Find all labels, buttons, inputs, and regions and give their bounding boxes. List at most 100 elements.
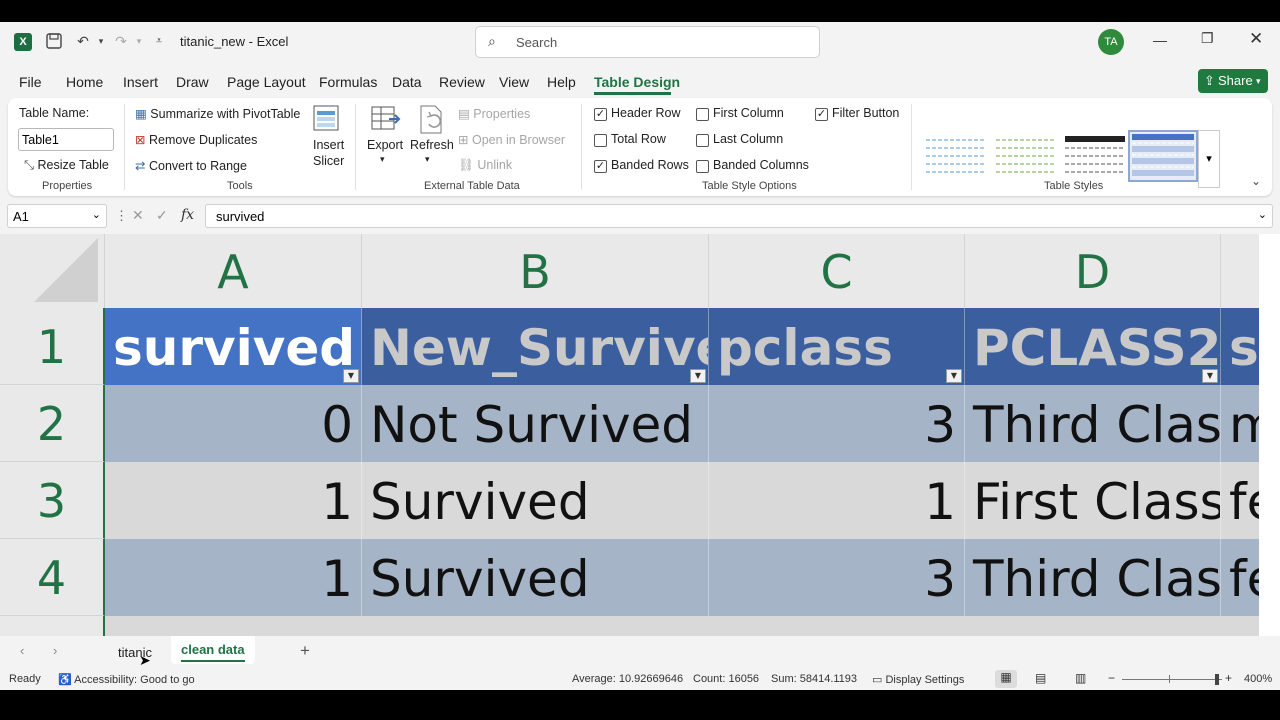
export-dropdown-icon[interactable]: ▾: [380, 154, 385, 165]
header-row-checkbox[interactable]: ✓: [594, 108, 607, 121]
cell-a2[interactable]: 0: [105, 385, 362, 462]
cell-c2[interactable]: 3: [709, 385, 965, 462]
vertical-scrollbar[interactable]: [1259, 234, 1280, 636]
row-header-1[interactable]: 1: [0, 308, 105, 385]
more-options-icon[interactable]: ⋮: [115, 208, 128, 224]
export-icon[interactable]: [369, 103, 401, 135]
cell-e2[interactable]: male: [1221, 385, 1259, 462]
cell-a3[interactable]: 1: [105, 462, 362, 539]
cell-e3[interactable]: female: [1221, 462, 1259, 539]
tab-insert[interactable]: Insert: [123, 74, 158, 90]
sheet-tab-clean-data[interactable]: clean data: [171, 636, 255, 664]
share-button[interactable]: ⇪ Share ▾: [1198, 69, 1268, 93]
resize-table-button[interactable]: ⤡ Resize Table: [24, 158, 109, 173]
cell-d4[interactable]: Third Class: [965, 539, 1221, 616]
redo-dropdown-icon[interactable]: ▾: [130, 32, 148, 50]
row-header-2[interactable]: 2: [0, 385, 105, 462]
enter-icon[interactable]: ✓: [156, 207, 168, 224]
normal-view-icon[interactable]: ▦: [995, 670, 1017, 688]
autosave-icon[interactable]: [45, 32, 63, 50]
cell-b4[interactable]: Survived: [362, 539, 709, 616]
column-header-a[interactable]: A: [105, 234, 362, 308]
refresh-button[interactable]: Refresh: [410, 138, 454, 152]
minimize-icon[interactable]: —: [1153, 32, 1167, 48]
tab-view[interactable]: View: [499, 74, 529, 90]
formula-input[interactable]: survived ⌄: [205, 204, 1273, 228]
remove-duplicates-button[interactable]: ⊠ Remove Duplicates: [135, 132, 257, 147]
search-box[interactable]: ⌕ Search: [475, 26, 820, 58]
export-button[interactable]: Export: [367, 138, 403, 152]
cell-a1[interactable]: survived ▼: [105, 308, 362, 385]
filter-dropdown-icon[interactable]: ▼: [946, 369, 962, 383]
select-all-corner[interactable]: [0, 234, 105, 308]
first-column-checkbox[interactable]: [696, 108, 709, 121]
table-name-input[interactable]: Table1: [18, 128, 114, 151]
filter-button-checkbox[interactable]: ✓: [815, 108, 828, 121]
insert-slicer-label-2[interactable]: Slicer: [313, 154, 344, 168]
banded-columns-checkbox[interactable]: [696, 160, 709, 173]
undo-dropdown-icon[interactable]: ▾: [92, 32, 110, 50]
cell-d1[interactable]: PCLASS2 ▼: [965, 308, 1221, 385]
tab-file[interactable]: File: [19, 74, 42, 90]
convert-to-range-button[interactable]: ⇄ Convert to Range: [135, 158, 247, 173]
user-avatar[interactable]: TA: [1098, 29, 1124, 55]
tab-page-layout[interactable]: Page Layout: [227, 74, 306, 90]
slicer-icon[interactable]: [311, 103, 343, 135]
filter-dropdown-icon[interactable]: ▼: [690, 369, 706, 383]
prev-sheet-icon[interactable]: ‹: [20, 643, 24, 658]
undo-icon[interactable]: ↶: [74, 32, 92, 50]
cell-b2[interactable]: Not Survived: [362, 385, 709, 462]
close-icon[interactable]: ✕: [1249, 29, 1263, 49]
zoom-level[interactable]: 400%: [1244, 673, 1272, 685]
row-header-4[interactable]: 4: [0, 539, 105, 616]
tab-help[interactable]: Help: [547, 74, 576, 90]
name-box[interactable]: A1 ⌄: [7, 204, 107, 228]
insert-slicer-label-1[interactable]: Insert: [313, 138, 344, 152]
table-style-dark[interactable]: [1061, 132, 1129, 180]
customize-qat-icon[interactable]: ⩡: [150, 32, 168, 50]
tab-home[interactable]: Home: [66, 74, 103, 90]
styles-more-icon[interactable]: ▾: [1198, 130, 1220, 188]
tab-draw[interactable]: Draw: [176, 74, 209, 90]
zoom-out-icon[interactable]: −: [1108, 671, 1115, 685]
column-header-d[interactable]: D: [965, 234, 1221, 308]
table-style-light-blue[interactable]: [922, 132, 990, 180]
tab-review[interactable]: Review: [439, 74, 485, 90]
table-style-blue-selected[interactable]: [1128, 130, 1198, 182]
column-header-c[interactable]: C: [709, 234, 965, 308]
collapse-ribbon-icon[interactable]: ⌄: [1251, 174, 1261, 188]
insert-function-icon[interactable]: fx: [181, 207, 194, 223]
cell-e4[interactable]: female: [1221, 539, 1259, 616]
refresh-dropdown-icon[interactable]: ▾: [425, 154, 430, 165]
accessibility-status[interactable]: ♿ Accessibility: Good to go: [58, 673, 195, 686]
cancel-icon[interactable]: ✕: [132, 207, 144, 224]
total-row-checkbox[interactable]: [594, 134, 607, 147]
tab-data[interactable]: Data: [392, 74, 422, 90]
zoom-in-icon[interactable]: +: [1225, 671, 1232, 685]
tab-formulas[interactable]: Formulas: [319, 74, 377, 90]
refresh-icon[interactable]: [415, 103, 447, 137]
filter-dropdown-icon[interactable]: ▼: [1202, 369, 1218, 383]
unlink-button[interactable]: ⛓ Unlink: [458, 158, 512, 173]
cell-c1[interactable]: pclass ▼: [709, 308, 965, 385]
cell-d3[interactable]: First Class: [965, 462, 1221, 539]
restore-icon[interactable]: ❐: [1201, 30, 1214, 47]
open-in-browser-button[interactable]: ⊞ Open in Browser: [458, 132, 565, 147]
zoom-slider-thumb[interactable]: [1215, 674, 1219, 685]
table-style-light-green[interactable]: [992, 132, 1060, 180]
tab-table-design[interactable]: Table Design: [594, 74, 680, 90]
banded-rows-checkbox[interactable]: ✓: [594, 160, 607, 173]
spreadsheet-grid[interactable]: A B C D 1 2 3 4 survived▼ New_Survived▼ …: [0, 234, 1259, 636]
add-sheet-icon[interactable]: +: [300, 641, 310, 661]
filter-dropdown-icon[interactable]: ▼: [343, 369, 359, 383]
row-header-3[interactable]: 3: [0, 462, 105, 539]
next-sheet-icon[interactable]: ›: [53, 643, 57, 658]
cell-b1[interactable]: New_Survived▼: [362, 308, 709, 385]
cell-a4[interactable]: 1: [105, 539, 362, 616]
cell-c4[interactable]: 3: [709, 539, 965, 616]
last-column-checkbox[interactable]: [696, 134, 709, 147]
properties-button[interactable]: ▤ Properties: [458, 106, 530, 121]
summarize-pivot-button[interactable]: ▦ Summarize with PivotTable: [135, 106, 300, 121]
page-layout-view-icon[interactable]: ▤: [1035, 671, 1046, 685]
zoom-slider-track[interactable]: [1122, 679, 1222, 680]
